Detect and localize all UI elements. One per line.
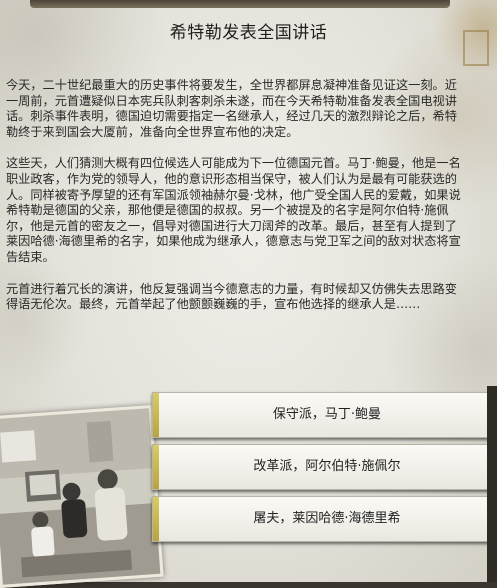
top-frame-bar xyxy=(30,0,450,8)
option-button-heydrich[interactable]: 屠夫，莱因哈德·海德里希 xyxy=(152,496,496,542)
option-button-bormann[interactable]: 保守派，马丁·鲍曼 xyxy=(152,392,496,438)
event-options: 保守派，马丁·鲍曼 改革派，阿尔伯特·施佩尔 屠夫，莱因哈德·海德里希 xyxy=(152,386,497,582)
event-paragraph-2: 这些天，人们猜测大概有四位候选人可能成为下一位德国元首。马丁·鲍曼，他是一名职业… xyxy=(6,156,461,264)
event-description: 今天，二十世纪最重大的历史事件将要发生，全世界都屏息凝神准备见证这一刻。近一周前… xyxy=(6,78,464,329)
event-title: 希特勒发表全国讲话 xyxy=(169,23,328,43)
option-label: 屠夫，莱因哈德·海德里希 xyxy=(253,511,401,526)
right-frame-edge xyxy=(487,386,497,582)
family-watching-tv-image xyxy=(0,408,161,585)
event-paragraph-3: 元首进行着冗长的演讲，他反复强调当今德意志的力量，有时候却又仿佛失去思路变得语无… xyxy=(6,281,457,312)
option-label: 保守派，马丁·鲍曼 xyxy=(272,407,382,422)
option-label: 改革派，阿尔伯特·施佩尔 xyxy=(253,459,401,474)
event-photo xyxy=(0,404,164,588)
option-button-speer[interactable]: 改革派，阿尔伯特·施佩尔 xyxy=(152,444,496,490)
event-paragraph-1: 今天，二十世纪最重大的历史事件将要发生，全世界都屏息凝神准备见证这一刻。近一周前… xyxy=(6,78,457,139)
